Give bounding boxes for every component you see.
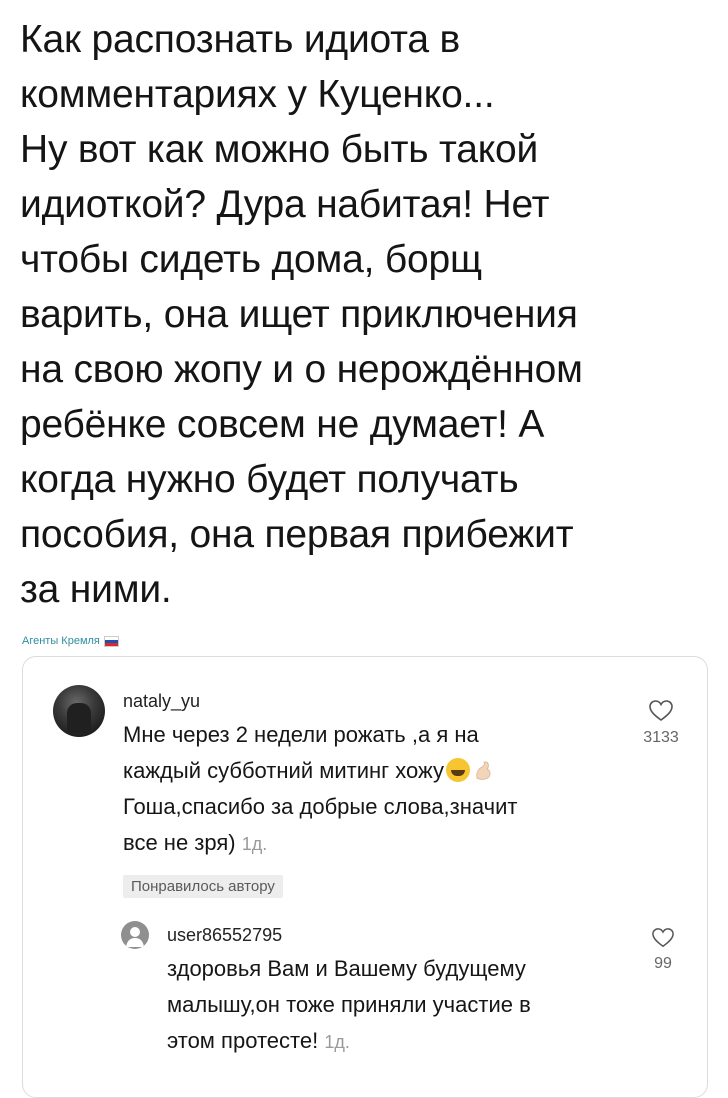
reply-time: 1д. bbox=[324, 1032, 350, 1052]
comment-username[interactable]: nataly_yu bbox=[123, 691, 200, 712]
avatar[interactable] bbox=[53, 685, 105, 737]
post-line: когда нужно будет получать bbox=[20, 458, 519, 501]
comment-last-line: все не зря) 1д. bbox=[123, 825, 518, 862]
comments-card: nataly_yu Мне через 2 недели рожать ,а я… bbox=[22, 656, 708, 1098]
like-count: 3133 bbox=[643, 729, 679, 746]
post-line: пособия, она первая прибежит bbox=[20, 513, 574, 556]
post-line: Как распознать идиота в bbox=[20, 18, 461, 61]
grinning-sweat-emoji-icon bbox=[446, 758, 470, 782]
like-count: 99 bbox=[654, 955, 672, 972]
reply-line: здоровья Вам и Вашему будущему bbox=[167, 956, 526, 981]
post-text: Как распознать идиота в комментариях у К… bbox=[20, 12, 710, 617]
reply-line: этом протесте! bbox=[167, 1028, 319, 1053]
post-line: Ну вот как можно быть такой bbox=[20, 128, 539, 171]
post-line: на свою жопу и о нерождённом bbox=[20, 348, 583, 391]
flexed-biceps-icon bbox=[476, 761, 491, 780]
comment-line-with-emoji: каждый субботний митинг хожу bbox=[123, 753, 518, 789]
reply-avatar[interactable] bbox=[121, 921, 149, 949]
comment-body: Мне через 2 недели рожать ,а я на каждый… bbox=[123, 717, 518, 862]
reply-like[interactable]: 99 bbox=[643, 927, 683, 973]
reply-body: здоровья Вам и Вашему будущему малышу,он… bbox=[167, 951, 531, 1060]
reply-last-line: этом протесте! 1д. bbox=[167, 1023, 531, 1060]
liked-by-author-badge: Понравилось автору bbox=[123, 875, 283, 898]
heart-outline-icon[interactable] bbox=[648, 699, 674, 723]
comment-line: Мне через 2 недели рожать ,а я на bbox=[123, 722, 479, 747]
comment-line: каждый субботний митинг хожу bbox=[123, 758, 444, 783]
post-line: ребёнке совсем не думает! А bbox=[20, 403, 545, 446]
post-line: варить, она ищет приключения bbox=[20, 293, 578, 336]
post-line: за ними. bbox=[20, 568, 172, 611]
reply-username[interactable]: user86552795 bbox=[167, 925, 282, 946]
source-label[interactable]: Агенты Кремля bbox=[22, 635, 100, 647]
post-line: комментариях у Куценко... bbox=[20, 73, 495, 116]
comment-time: 1д. bbox=[241, 834, 268, 854]
post-line: чтобы сидеть дома, борщ bbox=[20, 238, 482, 281]
heart-outline-icon[interactable] bbox=[651, 927, 675, 949]
comment-like[interactable]: 3133 bbox=[631, 699, 691, 747]
russian-flag-icon bbox=[103, 635, 119, 647]
comment-line: Гоша,спасибо за добрые слова,значит bbox=[123, 794, 518, 819]
comment-line: все не зря) bbox=[123, 830, 236, 855]
reply-line: малышу,он тоже приняли участие в bbox=[167, 992, 531, 1017]
default-user-icon bbox=[126, 927, 144, 947]
post-line: идиоткой? Дура набитая! Нет bbox=[20, 183, 550, 226]
source-tag[interactable]: Агенты Кремля bbox=[22, 635, 119, 647]
